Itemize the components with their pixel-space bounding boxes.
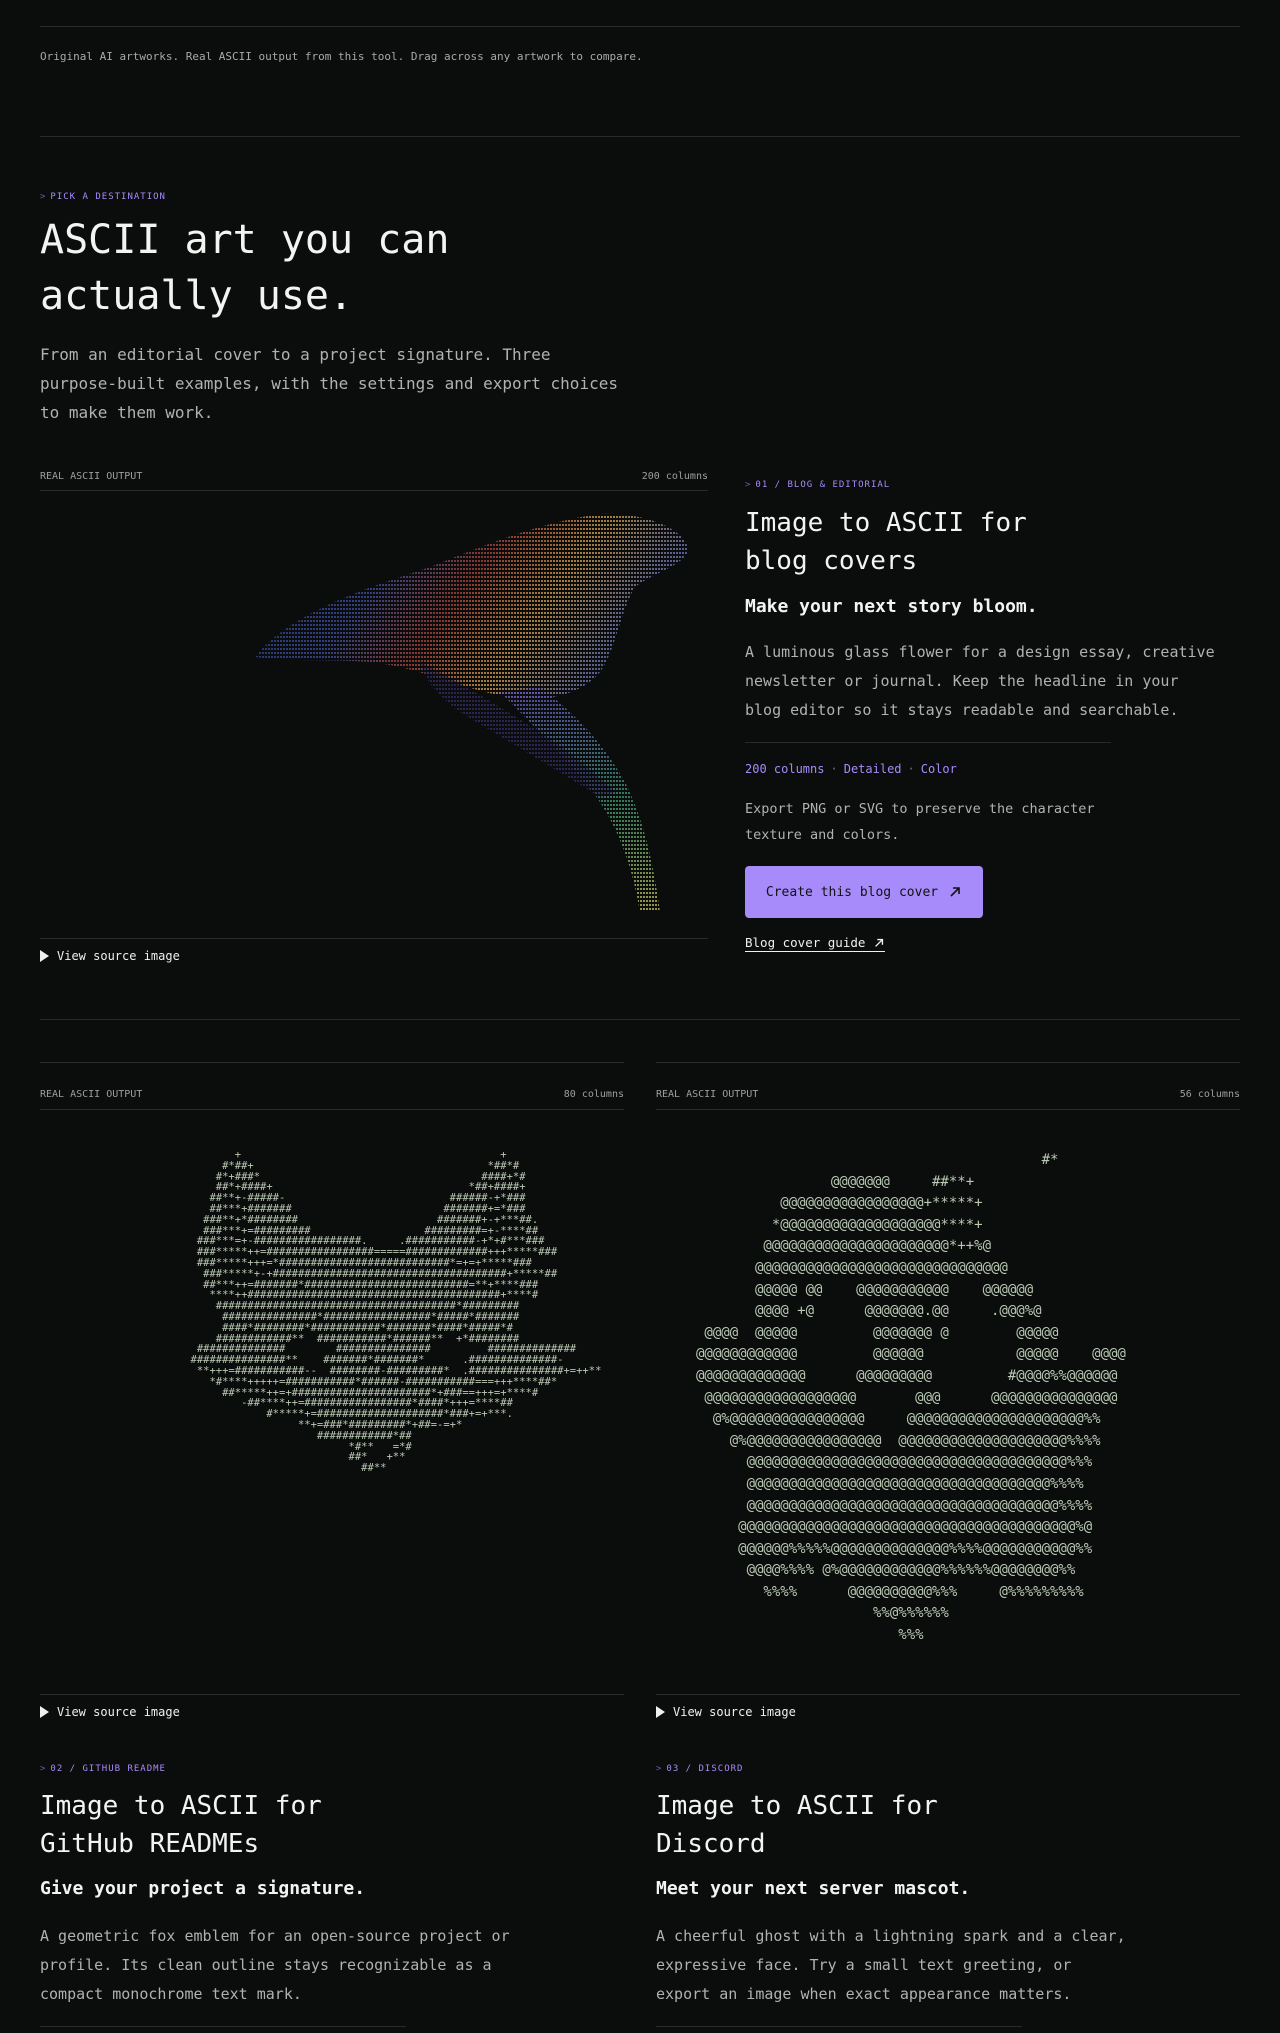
cta-label: Create this blog cover xyxy=(765,884,939,900)
hero-kicker: > PICK A DESTINATION xyxy=(40,192,166,202)
divider xyxy=(40,1062,624,1063)
github-description: A geometric fox emblem for an open-sourc… xyxy=(40,1927,510,2003)
blog-title: Image to ASCII for blog covers xyxy=(745,508,1027,576)
view-source-label: View source image xyxy=(57,1705,180,1719)
create-blog-cover-button[interactable]: Create this blog cover xyxy=(745,866,983,918)
setting-color: Color xyxy=(920,762,957,776)
blog-cover-guide-link[interactable]: Blog cover guide xyxy=(745,935,886,952)
divider xyxy=(40,2026,406,2027)
blog-panel-header: REAL ASCII OUTPUT 200 columns xyxy=(40,471,708,482)
blog-ascii-artwork[interactable] xyxy=(40,492,708,938)
discord-view-source[interactable]: View source image xyxy=(656,1705,796,1719)
blog-export-note: Export PNG or SVG to preserve the charac… xyxy=(745,801,1095,843)
panel-label: REAL ASCII OUTPUT xyxy=(656,1089,759,1100)
divider xyxy=(656,1062,1240,1063)
blog-kicker: >01 / BLOG & EDITORIAL xyxy=(745,480,891,490)
divider xyxy=(40,1019,1240,1020)
github-title: Image to ASCII for GitHub READMEs xyxy=(40,1791,322,1859)
glass-flower-ascii xyxy=(255,513,689,912)
arrow-up-right-icon xyxy=(950,887,960,897)
divider xyxy=(40,490,708,491)
divider xyxy=(656,1109,1240,1110)
ghost-ascii-artwork[interactable]: #* @@@@@@@ ##**+ @@@@@@@@@@@@@@@@@+*****… xyxy=(656,1150,1240,1650)
divider xyxy=(40,1694,624,1695)
blog-view-source[interactable]: View source image xyxy=(40,949,180,963)
divider xyxy=(40,136,1240,137)
ghost-ascii-text: #* @@@@@@@ ##**+ @@@@@@@@@@@@@@@@@+*****… xyxy=(696,1152,1126,1644)
triangle-right-icon xyxy=(40,1706,49,1718)
hero-title: ASCII art you can actually use. xyxy=(40,217,450,319)
setting-columns: 200 columns xyxy=(745,762,825,776)
view-source-label: View source image xyxy=(673,1705,796,1719)
triangle-right-icon xyxy=(656,1706,665,1718)
divider xyxy=(656,2026,1022,2027)
github-subtitle: Give your project a signature. xyxy=(40,1878,366,1899)
page-caption: Original AI artworks. Real ASCII output … xyxy=(40,50,643,63)
columns-label: 200 columns xyxy=(641,471,708,482)
triangle-right-icon xyxy=(40,950,49,962)
blog-subtitle: Make your next story bloom. xyxy=(745,596,1038,617)
columns-label: 56 columns xyxy=(1179,1089,1240,1100)
divider xyxy=(40,938,708,939)
fox-ascii-text: + + #*##+ *##*# #*+###* ####+*# ##*+####… xyxy=(190,1149,602,1475)
discord-kicker: >03 / DISCORD xyxy=(656,1764,744,1774)
discord-title: Image to ASCII for Discord xyxy=(656,1791,938,1859)
discord-description: A cheerful ghost with a lightning spark … xyxy=(656,1927,1126,2003)
discord-panel-header: REAL ASCII OUTPUT 56 columns xyxy=(656,1089,1240,1100)
panel-label: REAL ASCII OUTPUT xyxy=(40,471,143,482)
guide-label: Blog cover guide xyxy=(745,935,866,950)
divider xyxy=(40,26,1240,27)
github-view-source[interactable]: View source image xyxy=(40,1705,180,1719)
view-source-label: View source image xyxy=(57,949,180,963)
github-kicker: >02 / GITHUB README xyxy=(40,1764,166,1774)
divider xyxy=(656,1694,1240,1695)
discord-subtitle: Meet your next server mascot. xyxy=(656,1878,971,1899)
setting-detail: Detailed xyxy=(843,762,902,776)
github-panel-header: REAL ASCII OUTPUT 80 columns xyxy=(40,1089,624,1100)
columns-label: 80 columns xyxy=(563,1089,624,1100)
divider xyxy=(40,1109,624,1110)
fox-ascii-artwork[interactable]: + + #*##+ *##*# #*+###* ####+*# ##*+####… xyxy=(40,1150,624,1620)
hero-description: From an editorial cover to a project sig… xyxy=(40,345,618,422)
blog-settings: 200 columns · Detailed · Color xyxy=(745,762,957,776)
divider xyxy=(745,742,1111,743)
arrow-up-right-icon xyxy=(875,938,884,947)
blog-description: A luminous glass flower for a design ess… xyxy=(745,643,1215,719)
panel-label: REAL ASCII OUTPUT xyxy=(40,1089,143,1100)
